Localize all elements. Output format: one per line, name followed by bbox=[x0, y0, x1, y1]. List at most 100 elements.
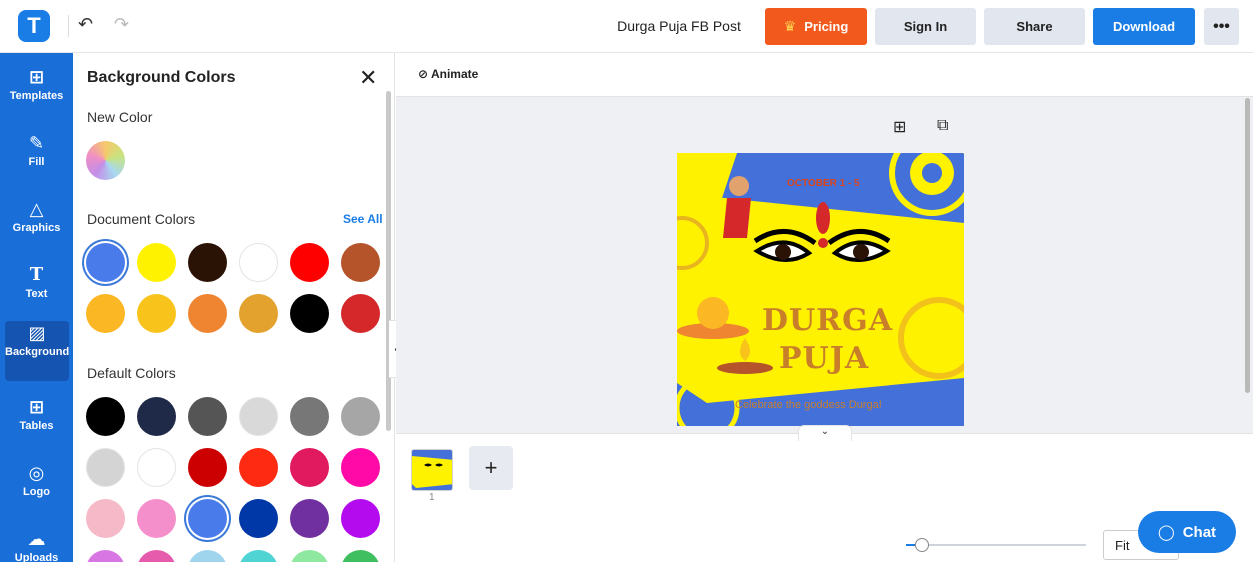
editor-workspace: ⊘ Animate ⊞ ⧉ OCTOBER 1 - 5 DURGA PUJA C… bbox=[396, 53, 1253, 562]
canvas-title-durga: DURGA bbox=[762, 303, 894, 338]
rail-label-graphics: Graphics bbox=[12, 222, 61, 234]
color-swatch[interactable] bbox=[86, 294, 125, 333]
color-swatch[interactable] bbox=[86, 499, 125, 538]
undo-icon[interactable]: ↶ bbox=[78, 14, 93, 35]
color-swatch[interactable] bbox=[137, 448, 176, 487]
color-swatch[interactable] bbox=[290, 550, 329, 562]
more-options-button[interactable]: ••• bbox=[1204, 8, 1239, 45]
animate-icon: ⊘ bbox=[418, 67, 429, 81]
chat-bubble-icon: ◯ bbox=[1157, 524, 1175, 541]
rail-label-background: Background bbox=[5, 346, 70, 358]
color-swatch[interactable] bbox=[137, 243, 176, 282]
app-logo[interactable]: T bbox=[18, 10, 50, 42]
new-color-label: New Color bbox=[87, 109, 153, 125]
panel-scrollbar[interactable] bbox=[386, 91, 391, 431]
duplicate-page-icon[interactable]: ⧉ bbox=[937, 117, 948, 135]
upload-cloud-icon: ☁ bbox=[27, 529, 46, 549]
share-button[interactable]: Share bbox=[984, 8, 1085, 45]
page-thumbnail[interactable] bbox=[411, 449, 453, 491]
color-swatch[interactable] bbox=[341, 397, 380, 436]
color-swatch[interactable] bbox=[137, 499, 176, 538]
color-swatch[interactable] bbox=[239, 499, 278, 538]
goddess-pupil-right bbox=[853, 244, 869, 260]
zoom-slider-handle[interactable] bbox=[915, 538, 929, 552]
rail-item-uploads[interactable]: ☁ Uploads bbox=[0, 527, 73, 587]
text-icon: T bbox=[29, 264, 44, 285]
color-swatch[interactable] bbox=[239, 397, 278, 436]
see-all-link[interactable]: See All bbox=[343, 212, 383, 226]
mandala-top-right-center bbox=[922, 163, 942, 183]
rail-label-templates: Templates bbox=[9, 90, 64, 102]
rail-item-graphics[interactable]: △ Graphics bbox=[0, 197, 73, 257]
toolbar-divider bbox=[68, 15, 69, 37]
color-swatch[interactable] bbox=[239, 550, 278, 562]
diya-lamp bbox=[717, 362, 773, 374]
workspace-scrollbar[interactable] bbox=[1245, 98, 1250, 393]
background-icon: ▨ bbox=[28, 323, 46, 343]
zoom-slider-fill bbox=[906, 544, 915, 546]
page-thumbnail-preview bbox=[412, 456, 452, 488]
goddess-bindi bbox=[818, 238, 828, 248]
animate-button[interactable]: ⊘ Animate bbox=[418, 67, 478, 81]
close-icon[interactable]: ✕ bbox=[359, 65, 377, 91]
color-swatch[interactable] bbox=[188, 397, 227, 436]
goddess-pupil-left bbox=[775, 244, 791, 260]
color-swatch[interactable] bbox=[239, 448, 278, 487]
expand-pages-button[interactable]: ⌄ bbox=[798, 425, 852, 441]
dancer-head bbox=[729, 176, 749, 196]
color-swatch[interactable] bbox=[86, 448, 125, 487]
add-element-icon[interactable]: ⊞ bbox=[893, 117, 906, 137]
rail-item-logo[interactable]: ◎ Logo bbox=[0, 461, 73, 521]
shapes-icon: △ bbox=[29, 199, 44, 219]
color-swatch[interactable] bbox=[86, 397, 125, 436]
color-swatch[interactable] bbox=[188, 294, 227, 333]
color-swatch[interactable] bbox=[188, 448, 227, 487]
color-swatch[interactable] bbox=[290, 243, 329, 282]
color-swatch[interactable] bbox=[137, 294, 176, 333]
rail-item-background[interactable]: ▨ Background bbox=[5, 321, 69, 381]
default-colors-label: Default Colors bbox=[87, 365, 176, 381]
rail-label-uploads: Uploads bbox=[14, 552, 59, 564]
templates-icon: ⊞ bbox=[28, 67, 45, 87]
color-swatch[interactable] bbox=[290, 397, 329, 436]
color-swatch[interactable] bbox=[290, 448, 329, 487]
zoom-slider[interactable] bbox=[906, 538, 1086, 552]
color-swatch[interactable] bbox=[341, 294, 380, 333]
color-swatch[interactable] bbox=[341, 448, 380, 487]
color-swatch[interactable] bbox=[137, 550, 176, 562]
design-canvas[interactable]: OCTOBER 1 - 5 DURGA PUJA Celebrate the g… bbox=[677, 153, 964, 426]
color-swatch[interactable] bbox=[137, 397, 176, 436]
color-swatch[interactable] bbox=[188, 550, 227, 562]
color-swatch[interactable] bbox=[290, 499, 329, 538]
color-swatch[interactable] bbox=[341, 499, 380, 538]
background-colors-panel: Background Colors ✕ New Color Document C… bbox=[73, 53, 395, 562]
rail-item-tables[interactable]: ⊞ Tables bbox=[0, 395, 73, 455]
color-swatch[interactable] bbox=[239, 294, 278, 333]
color-swatch[interactable] bbox=[341, 243, 380, 282]
color-swatch[interactable] bbox=[86, 550, 125, 562]
crown-icon: ♛ bbox=[783, 18, 797, 34]
pricing-label: Pricing bbox=[804, 19, 849, 34]
document-title[interactable]: Durga Puja FB Post bbox=[600, 18, 758, 34]
color-swatch[interactable] bbox=[188, 243, 227, 282]
canvas-date-text: OCTOBER 1 - 5 bbox=[787, 178, 860, 189]
color-swatch[interactable] bbox=[341, 550, 380, 562]
panel-title: Background Colors bbox=[87, 69, 236, 86]
pricing-button[interactable]: ♛ Pricing bbox=[765, 8, 867, 45]
color-swatch[interactable] bbox=[188, 499, 227, 538]
color-swatch[interactable] bbox=[239, 243, 278, 282]
animate-label: Animate bbox=[430, 67, 479, 81]
download-button[interactable]: Download bbox=[1093, 8, 1195, 45]
add-page-button[interactable]: + bbox=[469, 446, 513, 490]
redo-icon[interactable]: ↷ bbox=[114, 14, 129, 35]
sign-in-button[interactable]: Sign In bbox=[875, 8, 976, 45]
chat-button[interactable]: ◯ Chat bbox=[1138, 511, 1236, 553]
pages-bar: ⌄ 1 + Fit ◯ Chat bbox=[396, 425, 1253, 562]
color-swatch[interactable] bbox=[86, 243, 125, 282]
table-icon: ⊞ bbox=[28, 397, 45, 417]
rail-item-text[interactable]: T Text bbox=[0, 263, 73, 323]
new-color-picker[interactable] bbox=[86, 141, 125, 180]
color-swatch[interactable] bbox=[290, 294, 329, 333]
rail-item-templates[interactable]: ⊞ Templates bbox=[0, 65, 73, 125]
rail-item-fill[interactable]: ✎ Fill bbox=[0, 131, 73, 191]
